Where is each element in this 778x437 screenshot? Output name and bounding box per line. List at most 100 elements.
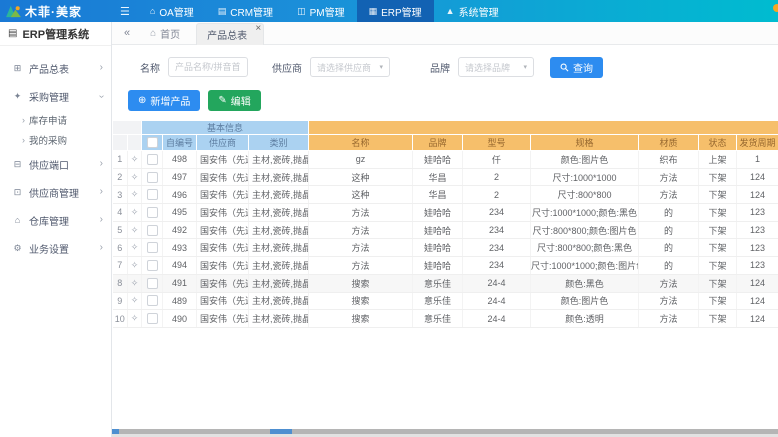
supply-port-icon: ⊟ [12, 159, 23, 170]
nav-item-pm[interactable]: ◫ PM管理 [285, 0, 357, 22]
table-row[interactable]: 10✧490国安伟（先进拓...主材,瓷砖,抛晶砖搜索意乐佳24-4颜色:透明方… [113, 310, 778, 328]
checkbox-cell [142, 221, 163, 239]
menu-toggle-icon[interactable]: ☰ [112, 5, 138, 18]
cell-material: 方法 [639, 292, 699, 310]
drag-cell: ✧ [128, 274, 142, 292]
tab-home[interactable]: ⌂ 首页 [140, 22, 190, 44]
app-logo[interactable]: 木菲·美家 [0, 0, 112, 22]
chevron-right-icon: › [100, 186, 103, 197]
cell-name: 这种 [309, 186, 413, 204]
cell-cycle: 124 [737, 186, 778, 204]
column-header-name: 名称 [309, 135, 413, 151]
row-checkbox[interactable] [147, 295, 158, 306]
drag-handle-icon[interactable]: ✧ [131, 154, 139, 164]
name-filter-label: 名称 [140, 60, 160, 75]
table-row[interactable]: 4✧495国安伟（先进拓...主材,瓷砖,抛晶砖方法娃哈哈234尺寸:1000*… [113, 204, 778, 222]
row-checkbox[interactable] [147, 189, 158, 200]
cell-cycle: 1 [737, 151, 778, 169]
select-all-checkbox[interactable] [147, 137, 158, 148]
nav-label: 系统管理 [459, 4, 499, 19]
row-checkbox[interactable] [147, 225, 158, 236]
checkbox-cell [142, 292, 163, 310]
add-product-button[interactable]: ⊕ 新增产品 [128, 90, 200, 111]
cell-spec: 尺寸:800*800 [531, 186, 639, 204]
cell-model: 234 [463, 239, 531, 257]
nav-item-oa[interactable]: ⌂ OA管理 [138, 0, 206, 22]
cell-spec: 尺寸:1000*1000 [531, 168, 639, 186]
cell-model: 2 [463, 168, 531, 186]
user-avatar-icon[interactable] [773, 4, 778, 12]
purchase-icon: ✦ [12, 91, 23, 102]
cell-cycle: 123 [737, 239, 778, 257]
table-row[interactable]: 3✧496国安伟（先进拓...主材,瓷砖,抛晶砖这种华昌2尺寸:800*800方… [113, 186, 778, 204]
cell-material: 的 [639, 204, 699, 222]
drag-handle-icon[interactable]: ✧ [131, 278, 139, 288]
drag-handle-icon[interactable]: ✧ [131, 260, 139, 270]
checkbox-cell [142, 151, 163, 169]
tab-product-list[interactable]: 产品总表 × [196, 23, 264, 45]
nav-item-crm[interactable]: ▤ CRM管理 [206, 0, 285, 22]
table-row[interactable]: 6✧493国安伟（先进拓...主材,瓷砖,抛晶砖方法娃哈哈234尺寸:800*8… [113, 239, 778, 257]
sidebar-item-product-list[interactable]: ⊞ 产品总表 › [0, 54, 111, 82]
table-row[interactable]: 7✧494国安伟（先进拓...主材,瓷砖,抛晶砖方法娃哈哈234尺寸:1000*… [113, 257, 778, 275]
row-checkbox[interactable] [147, 278, 158, 289]
sidebar-subitem-my-purchase[interactable]: › 我的采购 [0, 130, 111, 150]
cell-supplier: 国安伟（先进拓... [197, 310, 249, 328]
row-checkbox[interactable] [147, 172, 158, 183]
cell-sn: 495 [163, 204, 197, 222]
sidebar-item-supplier-mgmt[interactable]: ⊡ 供应商管理 › [0, 178, 111, 206]
supplier-select[interactable]: 请选择供应商 ▾ [310, 57, 390, 77]
drag-handle-icon[interactable]: ✧ [131, 189, 139, 199]
checkbox-cell [142, 186, 163, 204]
table-row[interactable]: 1✧498国安伟（先进拓...主材,瓷砖,抛晶砖gz娃哈哈仟颜色:图片色织布上架… [113, 151, 778, 169]
row-checkbox[interactable] [147, 154, 158, 165]
cell-sn: 497 [163, 168, 197, 186]
row-checkbox[interactable] [147, 313, 158, 324]
column-header-check[interactable] [142, 135, 163, 151]
cell-sn: 494 [163, 257, 197, 275]
row-checkbox[interactable] [147, 242, 158, 253]
drag-handle-icon[interactable]: ✧ [131, 313, 139, 323]
row-checkbox[interactable] [147, 207, 158, 218]
table-row[interactable]: 2✧497国安伟（先进拓...主材,瓷砖,抛晶砖这种华昌2尺寸:1000*100… [113, 168, 778, 186]
cell-name: 搜索 [309, 292, 413, 310]
drag-handle-icon[interactable]: ✧ [131, 225, 139, 235]
product-name-input[interactable] [168, 57, 248, 77]
drag-handle-icon[interactable]: ✧ [131, 172, 139, 182]
table-row[interactable]: 9✧489国安伟（先进拓...主材,瓷砖,抛晶砖搜索意乐佳24-4颜色:图片色方… [113, 292, 778, 310]
edit-button[interactable]: ✎ 编辑 [208, 90, 260, 111]
sidebar-item-supply-port[interactable]: ⊟ 供应端口 › [0, 150, 111, 178]
collapse-tabs-icon[interactable]: « [120, 27, 134, 39]
bank-icon: ◫ [297, 6, 306, 17]
table-row[interactable]: 5✧492国安伟（先进拓...主材,瓷砖,抛晶砖方法娃哈哈234尺寸:800*8… [113, 221, 778, 239]
sidebar-subitem-inventory-request[interactable]: › 库存申请 [0, 110, 111, 130]
erp-system-icon: ▤ [8, 28, 17, 39]
arrow-right-icon: › [22, 135, 25, 145]
checkbox-cell [142, 257, 163, 275]
row-index-cell: 1 [113, 151, 128, 169]
cell-name: 搜索 [309, 310, 413, 328]
search-button[interactable]: 查询 [550, 57, 603, 78]
chevron-right-icon: › [100, 214, 103, 225]
drag-handle-icon[interactable]: ✧ [131, 207, 139, 217]
close-icon[interactable]: × [255, 23, 261, 34]
cell-sn: 493 [163, 239, 197, 257]
cell-supplier: 国安伟（先进拓... [197, 239, 249, 257]
table-row[interactable]: 8✧491国安伟（先进拓...主材,瓷砖,抛晶砖搜索意乐佳24-4颜色:黑色方法… [113, 274, 778, 292]
sidebar-item-purchase[interactable]: ✦ 采购管理 › [0, 82, 111, 110]
row-index-cell: 10 [113, 310, 128, 328]
column-header-sn: 自编号 [163, 135, 197, 151]
gear-icon: ⚙ [12, 243, 23, 254]
nav-item-system[interactable]: ▲ 系统管理 [434, 0, 511, 22]
drag-handle-icon[interactable]: ✧ [131, 295, 139, 305]
nav-item-erp[interactable]: ▦ ERP管理 [357, 0, 434, 22]
drag-handle-icon[interactable]: ✧ [131, 242, 139, 252]
cell-spec: 尺寸:800*800;颜色:黑色 [531, 239, 639, 257]
brand-select[interactable]: 请选择品牌 ▾ [458, 57, 534, 77]
sidebar-item-warehouse[interactable]: ⌂ 仓库管理 › [0, 206, 111, 234]
drag-cell: ✧ [128, 204, 142, 222]
checkbox-cell [142, 168, 163, 186]
cell-name: 方法 [309, 239, 413, 257]
row-checkbox[interactable] [147, 260, 158, 271]
sidebar-item-business-settings[interactable]: ⚙ 业务设置 › [0, 234, 111, 262]
